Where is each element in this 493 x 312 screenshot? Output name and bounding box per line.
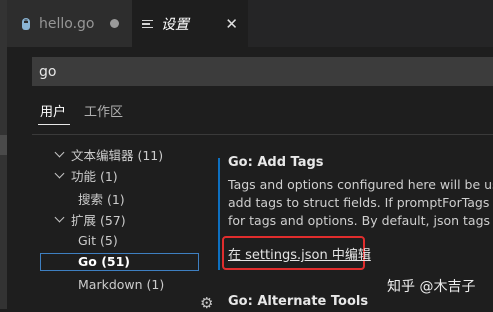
settings-editor-icon <box>142 19 153 29</box>
tab-label: hello.go <box>39 15 95 32</box>
tab-bar: hello.go 设置 ✕ <box>0 0 493 47</box>
tree-item-label: 文本编辑器 (11) <box>71 148 164 163</box>
tab-label: 设置 <box>161 16 189 33</box>
tree-item-markdown[interactable]: Markdown (1) <box>78 277 164 292</box>
tree-item-extensions[interactable]: 扩展 (57) <box>54 210 126 229</box>
tab-workspace[interactable]: 工作区 <box>84 101 123 120</box>
tree-item-label: Go (51) <box>78 254 131 269</box>
edit-in-settings-json-link[interactable]: 在 settings.json 中编辑 <box>228 244 371 263</box>
tree-item-features[interactable]: 功能 (1) <box>54 166 118 185</box>
activity-bar-item[interactable] <box>0 135 7 155</box>
tree-item-git[interactable]: Git (5) <box>78 233 118 248</box>
divider <box>32 134 493 135</box>
setting-title: Go: Add Tags <box>228 155 324 170</box>
tree-item-label: 功能 (1) <box>71 169 118 184</box>
activity-bar <box>0 47 7 309</box>
tree-item-label: 搜索 (1) <box>78 192 125 207</box>
tree-item-text-editor[interactable]: 文本编辑器 (11) <box>54 145 164 164</box>
activity-bar-top <box>0 0 7 47</box>
go-file-icon <box>21 17 31 31</box>
active-tab-underline <box>38 124 70 125</box>
tree-item-label: Markdown (1) <box>78 277 165 292</box>
setting-description-line: Tags and options configured here will be… <box>228 177 493 192</box>
setting-description-line: for tags and options. By default, json t… <box>228 213 493 228</box>
search-value: go <box>39 63 57 80</box>
chevron-down-icon <box>54 147 65 158</box>
unsaved-dot-icon[interactable] <box>110 19 119 28</box>
setting-title: Go: Alternate Tools <box>228 294 369 309</box>
setting-description-line: add tags to struct fields. If promptForT… <box>228 195 493 210</box>
tree-item-search[interactable]: 搜索 (1) <box>78 189 125 208</box>
close-icon[interactable]: ✕ <box>225 15 238 33</box>
settings-search-input[interactable]: go <box>32 57 493 86</box>
tree-item-label: 扩展 (57) <box>71 213 126 228</box>
tab-user[interactable]: 用户 <box>40 101 66 120</box>
tab-settings[interactable]: 设置 ✕ <box>132 0 248 47</box>
tree-item-go[interactable]: Go (51) <box>78 254 130 269</box>
tree-item-label: Git (5) <box>78 233 118 248</box>
chevron-down-icon <box>54 168 65 179</box>
tab-hello-go[interactable]: hello.go <box>7 0 132 47</box>
chevron-down-icon <box>54 212 65 223</box>
watermark: 知乎 @木吉子 <box>387 279 476 295</box>
setting-focus-bar <box>218 158 220 270</box>
